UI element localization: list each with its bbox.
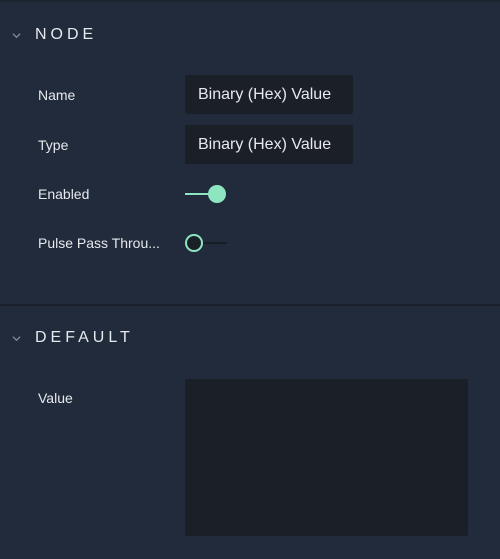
section-header-default[interactable]: DEFAULT (12, 329, 134, 347)
name-label: Name (38, 87, 76, 103)
chevron-down-icon (12, 32, 21, 38)
pulse-pass-through-label: Pulse Pass Throu... (38, 235, 160, 251)
section-title: DEFAULT (35, 329, 134, 346)
pulse-pass-through-toggle[interactable] (185, 233, 229, 253)
enabled-toggle[interactable] (185, 184, 229, 204)
type-input[interactable]: Binary (Hex) Value (185, 125, 353, 164)
top-divider (0, 0, 500, 2)
section-title: NODE (35, 26, 98, 43)
chevron-down-icon (12, 335, 21, 341)
section-header-node[interactable]: NODE (12, 26, 97, 44)
value-label: Value (38, 390, 73, 406)
type-label: Type (38, 137, 69, 153)
value-textarea[interactable] (185, 379, 468, 536)
section-divider (0, 304, 500, 306)
name-input[interactable]: Binary (Hex) Value (185, 75, 353, 114)
enabled-label: Enabled (38, 186, 90, 202)
